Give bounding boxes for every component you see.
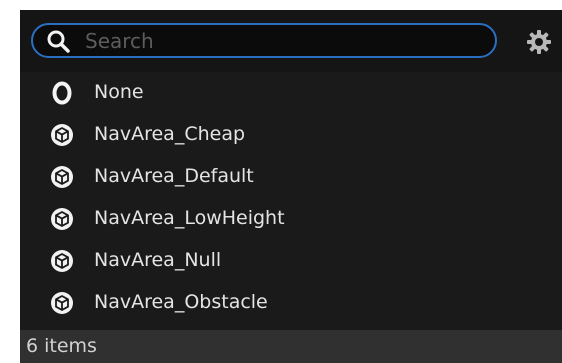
class-list: None NavArea_Cheap NavArea_Default NavAr… xyxy=(20,72,562,324)
cube-icon xyxy=(51,124,73,146)
list-item-navarea-null[interactable]: NavArea_Null xyxy=(20,240,562,282)
list-item-navarea-obstacle[interactable]: NavArea_Obstacle xyxy=(20,282,562,324)
list-item-label: NavArea_Obstacle xyxy=(94,291,268,313)
search-icon xyxy=(47,30,70,53)
search-box[interactable] xyxy=(31,23,497,58)
list-item-navarea-lowheight[interactable]: NavArea_LowHeight xyxy=(20,198,562,240)
list-item-navarea-default[interactable]: NavArea_Default xyxy=(20,156,562,198)
status-bar: 6 items xyxy=(20,330,562,363)
list-item-none[interactable]: None xyxy=(20,72,562,114)
cube-icon xyxy=(51,292,73,314)
cube-icon xyxy=(51,166,73,188)
search-row xyxy=(20,10,562,72)
cube-icon xyxy=(51,250,73,272)
list-item-label: NavArea_Cheap xyxy=(94,123,246,145)
class-picker-dropdown: None NavArea_Cheap NavArea_Default xyxy=(20,10,562,363)
ring-icon xyxy=(52,81,72,105)
gear-icon[interactable] xyxy=(526,29,552,55)
list-item-label: NavArea_Default xyxy=(94,165,254,187)
outer-margin xyxy=(0,10,20,363)
list-item-label: None xyxy=(94,81,144,103)
cube-icon xyxy=(51,208,73,230)
list-item-navarea-cheap[interactable]: NavArea_Cheap xyxy=(20,114,562,156)
list-item-label: NavArea_Null xyxy=(94,249,222,271)
search-input[interactable] xyxy=(85,28,485,54)
list-item-label: NavArea_LowHeight xyxy=(94,207,285,229)
item-count: 6 items xyxy=(26,335,97,357)
